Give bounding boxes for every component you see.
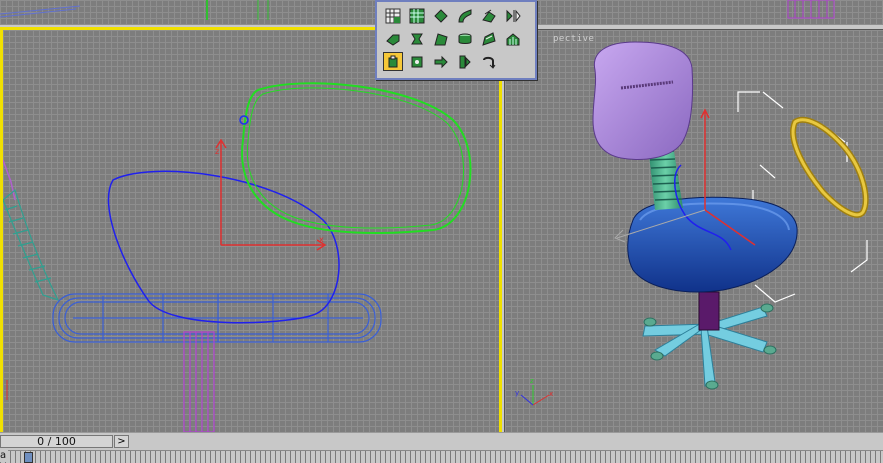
lattice-icon[interactable] xyxy=(503,29,523,48)
shell-icon[interactable] xyxy=(479,29,499,48)
track-bar[interactable] xyxy=(0,450,883,463)
fold-icon[interactable] xyxy=(383,29,403,48)
perspective-viewport-geometry: z x y xyxy=(515,41,869,406)
select-object-icon[interactable] xyxy=(383,52,403,71)
taper-icon[interactable] xyxy=(431,29,451,48)
viewport-perspective[interactable]: z x y xyxy=(504,29,883,432)
mirror-icon[interactable] xyxy=(503,6,523,25)
cylinder-icon[interactable] xyxy=(455,29,475,48)
svg-text:z: z xyxy=(530,377,534,385)
track-bar-label: a xyxy=(0,450,9,462)
curve-icon[interactable] xyxy=(455,6,475,25)
next-frame-button[interactable]: > xyxy=(114,435,129,448)
hook-icon[interactable] xyxy=(479,52,499,71)
time-slider-bar: 0 / 100 > xyxy=(0,432,883,451)
svg-text:x: x xyxy=(319,235,324,244)
viewport-front[interactable]: z x xyxy=(0,27,502,435)
grid-select-icon[interactable] xyxy=(383,6,403,25)
split-icon[interactable] xyxy=(455,52,475,71)
bend-icon[interactable] xyxy=(479,6,499,25)
grid-pattern-icon[interactable] xyxy=(407,6,427,25)
pick-icon[interactable] xyxy=(407,52,427,71)
perspective-viewport-label[interactable]: pective xyxy=(553,34,594,44)
front-viewport-geometry: z x xyxy=(3,82,472,432)
track-bar-keyframe[interactable] xyxy=(24,452,33,463)
svg-text:y: y xyxy=(515,389,519,397)
svg-text:z: z xyxy=(215,147,219,156)
arrow-right-icon[interactable] xyxy=(431,52,451,71)
diamond-icon[interactable] xyxy=(431,6,451,25)
time-slider[interactable]: 0 / 100 xyxy=(0,435,113,448)
twist-icon[interactable] xyxy=(407,29,427,48)
svg-text:x: x xyxy=(549,390,553,398)
modifier-toolbar xyxy=(375,0,537,80)
